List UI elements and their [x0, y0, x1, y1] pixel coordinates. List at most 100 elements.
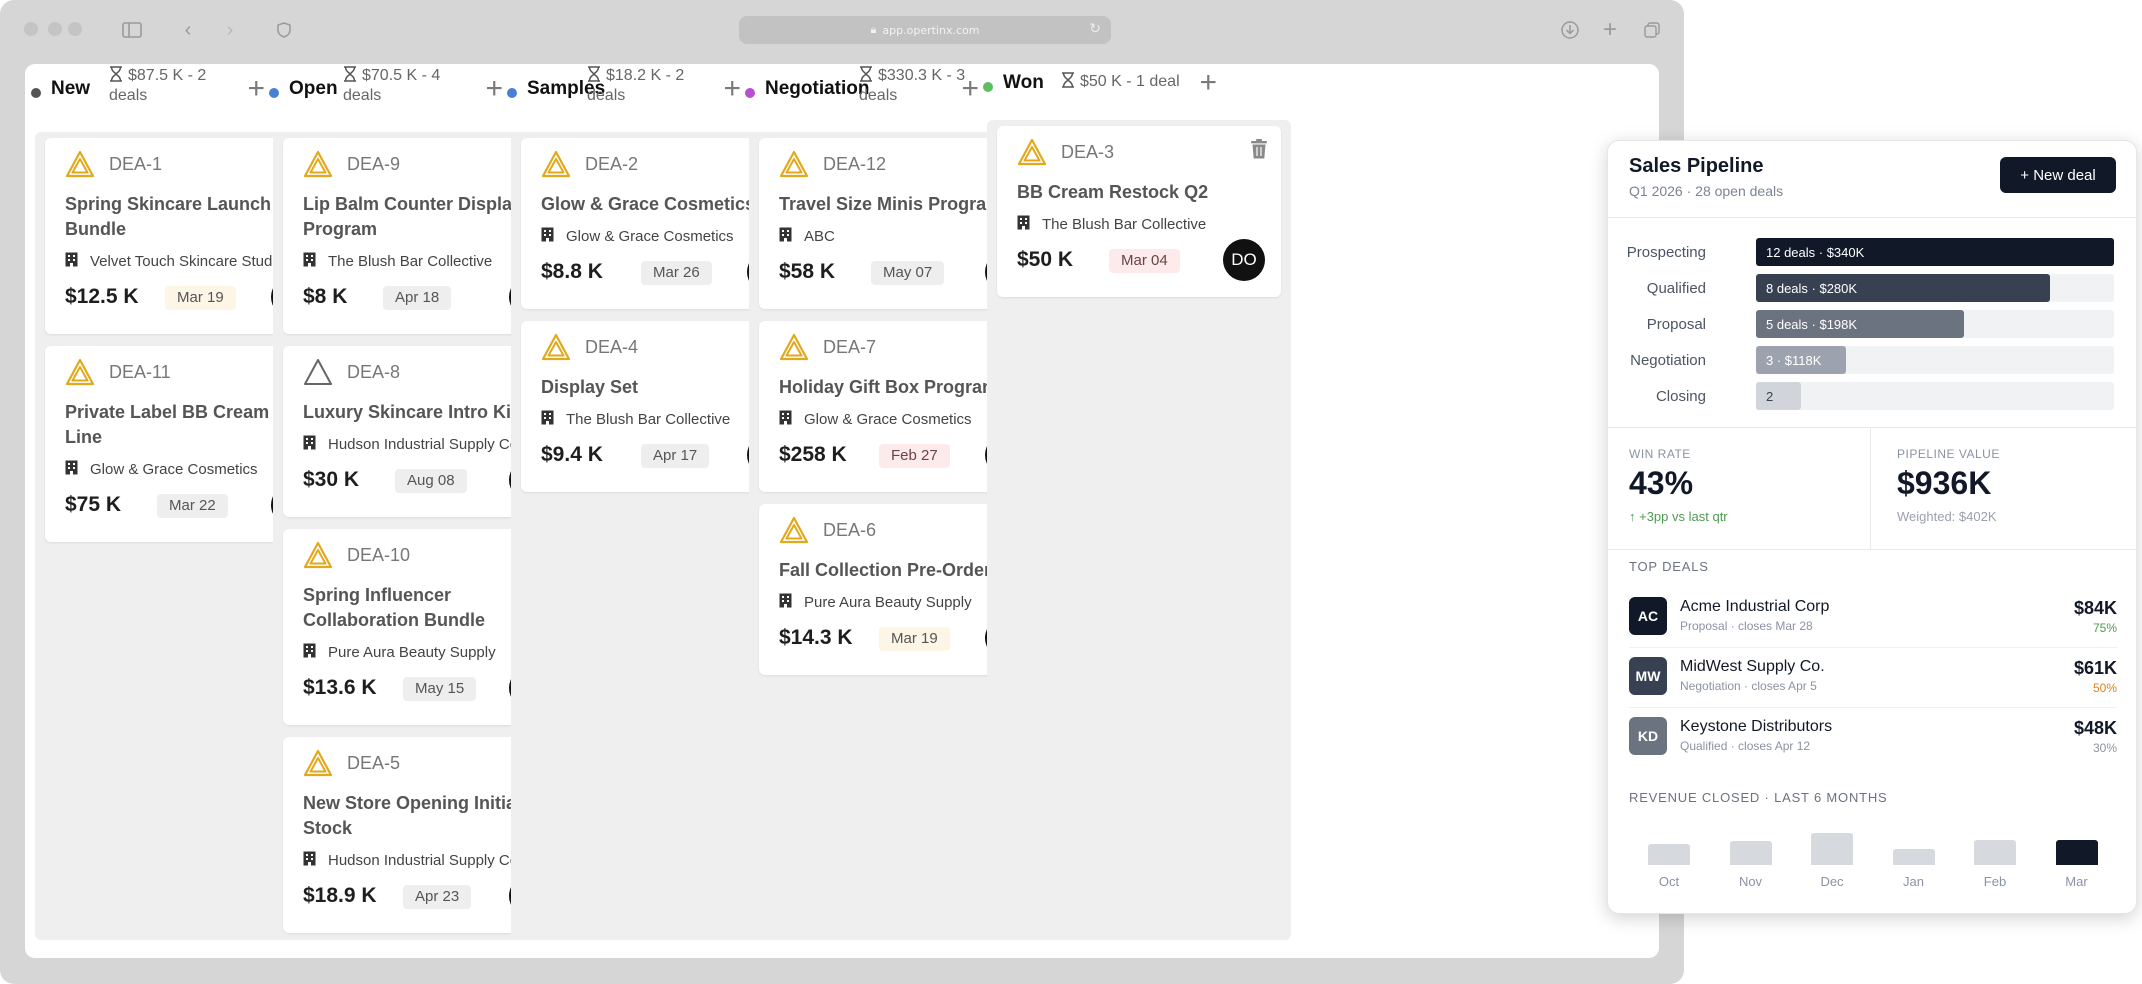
top-deal-row[interactable]: AC Acme Industrial Corp Proposal · closes … — [1629, 587, 2117, 647]
top-deal-meta: Qualified · closes Apr 12 — [1680, 739, 1811, 753]
top-deal-name: Keystone Distributors — [1680, 718, 1833, 735]
deal-company: The Blush Bar Collective — [1017, 215, 1206, 234]
pipeline-value-label: PIPELINE VALUE — [1897, 447, 2000, 461]
deal-priority-icon — [303, 749, 333, 777]
revenue-label: REVENUE CLOSED · LAST 6 MONTHS — [1629, 790, 1888, 805]
funnel-bar-label: 2 — [1766, 389, 1774, 404]
building-icon — [303, 851, 328, 870]
revenue-bar-mar[interactable] — [2055, 839, 2098, 865]
pipeline-value-value: $936K — [1897, 465, 1992, 501]
browser-titlebar: ‹ › 🔒︎ app.opertinx.com ↻ + — [0, 0, 1684, 60]
deal-close-date: Apr 17 — [641, 444, 710, 468]
column-header: New $87.5 K - 2 deals + — [25, 64, 265, 124]
url-text: app.opertinx.com — [882, 23, 980, 37]
revenue-bar-nov[interactable] — [1729, 841, 1772, 865]
top-deal-row[interactable]: KD Keystone Distributors Qualified · close… — [1629, 707, 2117, 767]
new-deal-button[interactable]: + New deal — [2000, 157, 2116, 193]
kanban-board: New $87.5 K - 2 deals + DEA-1 Spring Skincar… — [25, 64, 1659, 958]
hourglass-icon — [343, 66, 362, 84]
deal-card[interactable]: DEA-3 BB Cream Restock Q2 The Blush Bar Co… — [997, 126, 1281, 297]
deal-company: Hudson Industrial Supply Co. — [303, 435, 522, 454]
deal-id: DEA-4 — [585, 337, 639, 357]
forward-icon[interactable]: › — [216, 16, 244, 44]
deal-avatar: MW — [1629, 657, 1667, 695]
top-deal-amount: $61K — [2073, 658, 2117, 678]
revenue-bar-dec[interactable] — [1811, 833, 1853, 865]
building-icon — [541, 410, 566, 429]
board-column-samples: Samples $18.2 K - 2 deals + DEA-2 Glow & Gra… — [501, 64, 815, 958]
zoom-window-button[interactable] — [68, 22, 82, 36]
back-icon[interactable]: ‹ — [174, 16, 202, 44]
revenue-bar-jan[interactable] — [1892, 849, 1935, 865]
deal-amount: $30 K — [303, 468, 360, 491]
tab-overview-icon[interactable] — [1638, 16, 1666, 44]
funnel-bar[interactable]: 12 deals · $340K — [1756, 238, 2114, 266]
trash-icon[interactable] — [1249, 138, 1269, 160]
board-column-new: New $87.5 K - 2 deals + DEA-1 Spring Skincar… — [25, 64, 339, 958]
browser-window: ‹ › 🔒︎ app.opertinx.com ↻ + New $87.5 K -… — [0, 0, 1684, 984]
sidebar-toggle-icon[interactable] — [118, 16, 146, 44]
close-window-button[interactable] — [24, 22, 38, 36]
deal-priority-icon — [779, 150, 809, 178]
column-status-dot — [269, 88, 279, 98]
revenue-bar-feb[interactable] — [1974, 839, 2016, 865]
column-header: Samples $18.2 K - 2 deals + — [501, 64, 741, 124]
shield-icon[interactable] — [270, 16, 298, 44]
column-header: Won $50 K - 1 deal + — [977, 64, 1217, 124]
download-icon[interactable] — [1556, 16, 1584, 44]
top-deal-row[interactable]: MW MidWest Supply Co. Negotiation · closes… — [1629, 647, 2117, 707]
funnel-track: 3 · $118K — [1756, 346, 2114, 374]
deal-amount: $8 K — [303, 285, 348, 308]
revenue-month-label: Nov — [1738, 874, 1763, 889]
building-icon — [779, 227, 804, 246]
deal-priority-icon — [541, 333, 571, 361]
deal-close-date: Mar 19 — [879, 627, 950, 651]
funnel-bar[interactable]: 2 — [1756, 382, 1801, 410]
building-icon — [541, 227, 566, 246]
deal-priority-icon — [65, 358, 95, 386]
funnel-row-closing: Closing 2 — [1608, 382, 2136, 410]
board-column-negotiation: Negotiation $330.3 K - 3 deals + DEA-12 Trav… — [739, 64, 1053, 958]
deal-close-date: Mar 04 — [1109, 249, 1180, 273]
deal-priority-icon — [65, 150, 95, 178]
funnel-stage-label: Negotiation — [1630, 352, 1706, 369]
panel-title: Sales Pipeline — [1629, 155, 1764, 177]
building-icon — [779, 410, 804, 429]
revenue-bar-oct[interactable] — [1648, 843, 1690, 865]
top-deal-amount: $84K — [2073, 598, 2117, 618]
column-summary: $18.2 K - 2 deals — [587, 66, 697, 106]
revenue-month-label: Jan — [1903, 874, 1924, 889]
building-icon — [65, 460, 90, 479]
funnel-bar[interactable]: 8 deals · $280K — [1756, 274, 2050, 302]
deal-company: The Blush Bar Collective — [303, 252, 492, 271]
panel-subtitle: Q1 2026 · 28 open deals — [1629, 183, 1784, 199]
funnel-track: 12 deals · $340K — [1756, 238, 2114, 266]
minimize-window-button[interactable] — [48, 22, 62, 36]
divider — [1870, 427, 1871, 549]
deal-close-date: Aug 08 — [395, 469, 467, 493]
funnel-bar[interactable]: 3 · $118K — [1756, 346, 1846, 374]
column-status-dot — [507, 88, 517, 98]
reload-icon[interactable]: ↻ — [1089, 21, 1101, 37]
column-title: New — [51, 78, 91, 99]
revenue-month-label: Feb — [1983, 874, 2007, 889]
top-deal-name: Acme Industrial Corp — [1680, 598, 1830, 615]
funnel-bar[interactable]: 5 deals · $198K — [1756, 310, 1964, 338]
deal-close-date: Feb 27 — [879, 444, 950, 468]
column-title: Open — [289, 78, 338, 99]
column-status-dot — [31, 88, 41, 98]
deal-id: DEA-11 — [109, 362, 171, 382]
new-tab-icon[interactable]: + — [1596, 16, 1624, 44]
funnel-stage-label: Proposal — [1646, 316, 1706, 333]
funnel-row-negotiation: Negotiation 3 · $118K — [1608, 346, 2136, 374]
funnel-row-prospecting: Prospecting 12 deals · $340K — [1608, 238, 2136, 266]
owner-avatar[interactable]: DO — [1223, 239, 1265, 281]
deal-company-name: Glow & Grace Cosmetics — [804, 411, 972, 428]
deal-priority-icon — [779, 333, 809, 361]
deal-company: Velvet Touch Skincare Studio — [65, 252, 284, 271]
deal-avatar: AC — [1629, 597, 1667, 635]
add-deal-icon[interactable]: + — [1199, 68, 1217, 98]
deal-amount: $58 K — [779, 260, 836, 283]
deal-id: DEA-8 — [347, 362, 401, 382]
address-bar[interactable]: 🔒︎ app.opertinx.com ↻ — [739, 16, 1111, 44]
